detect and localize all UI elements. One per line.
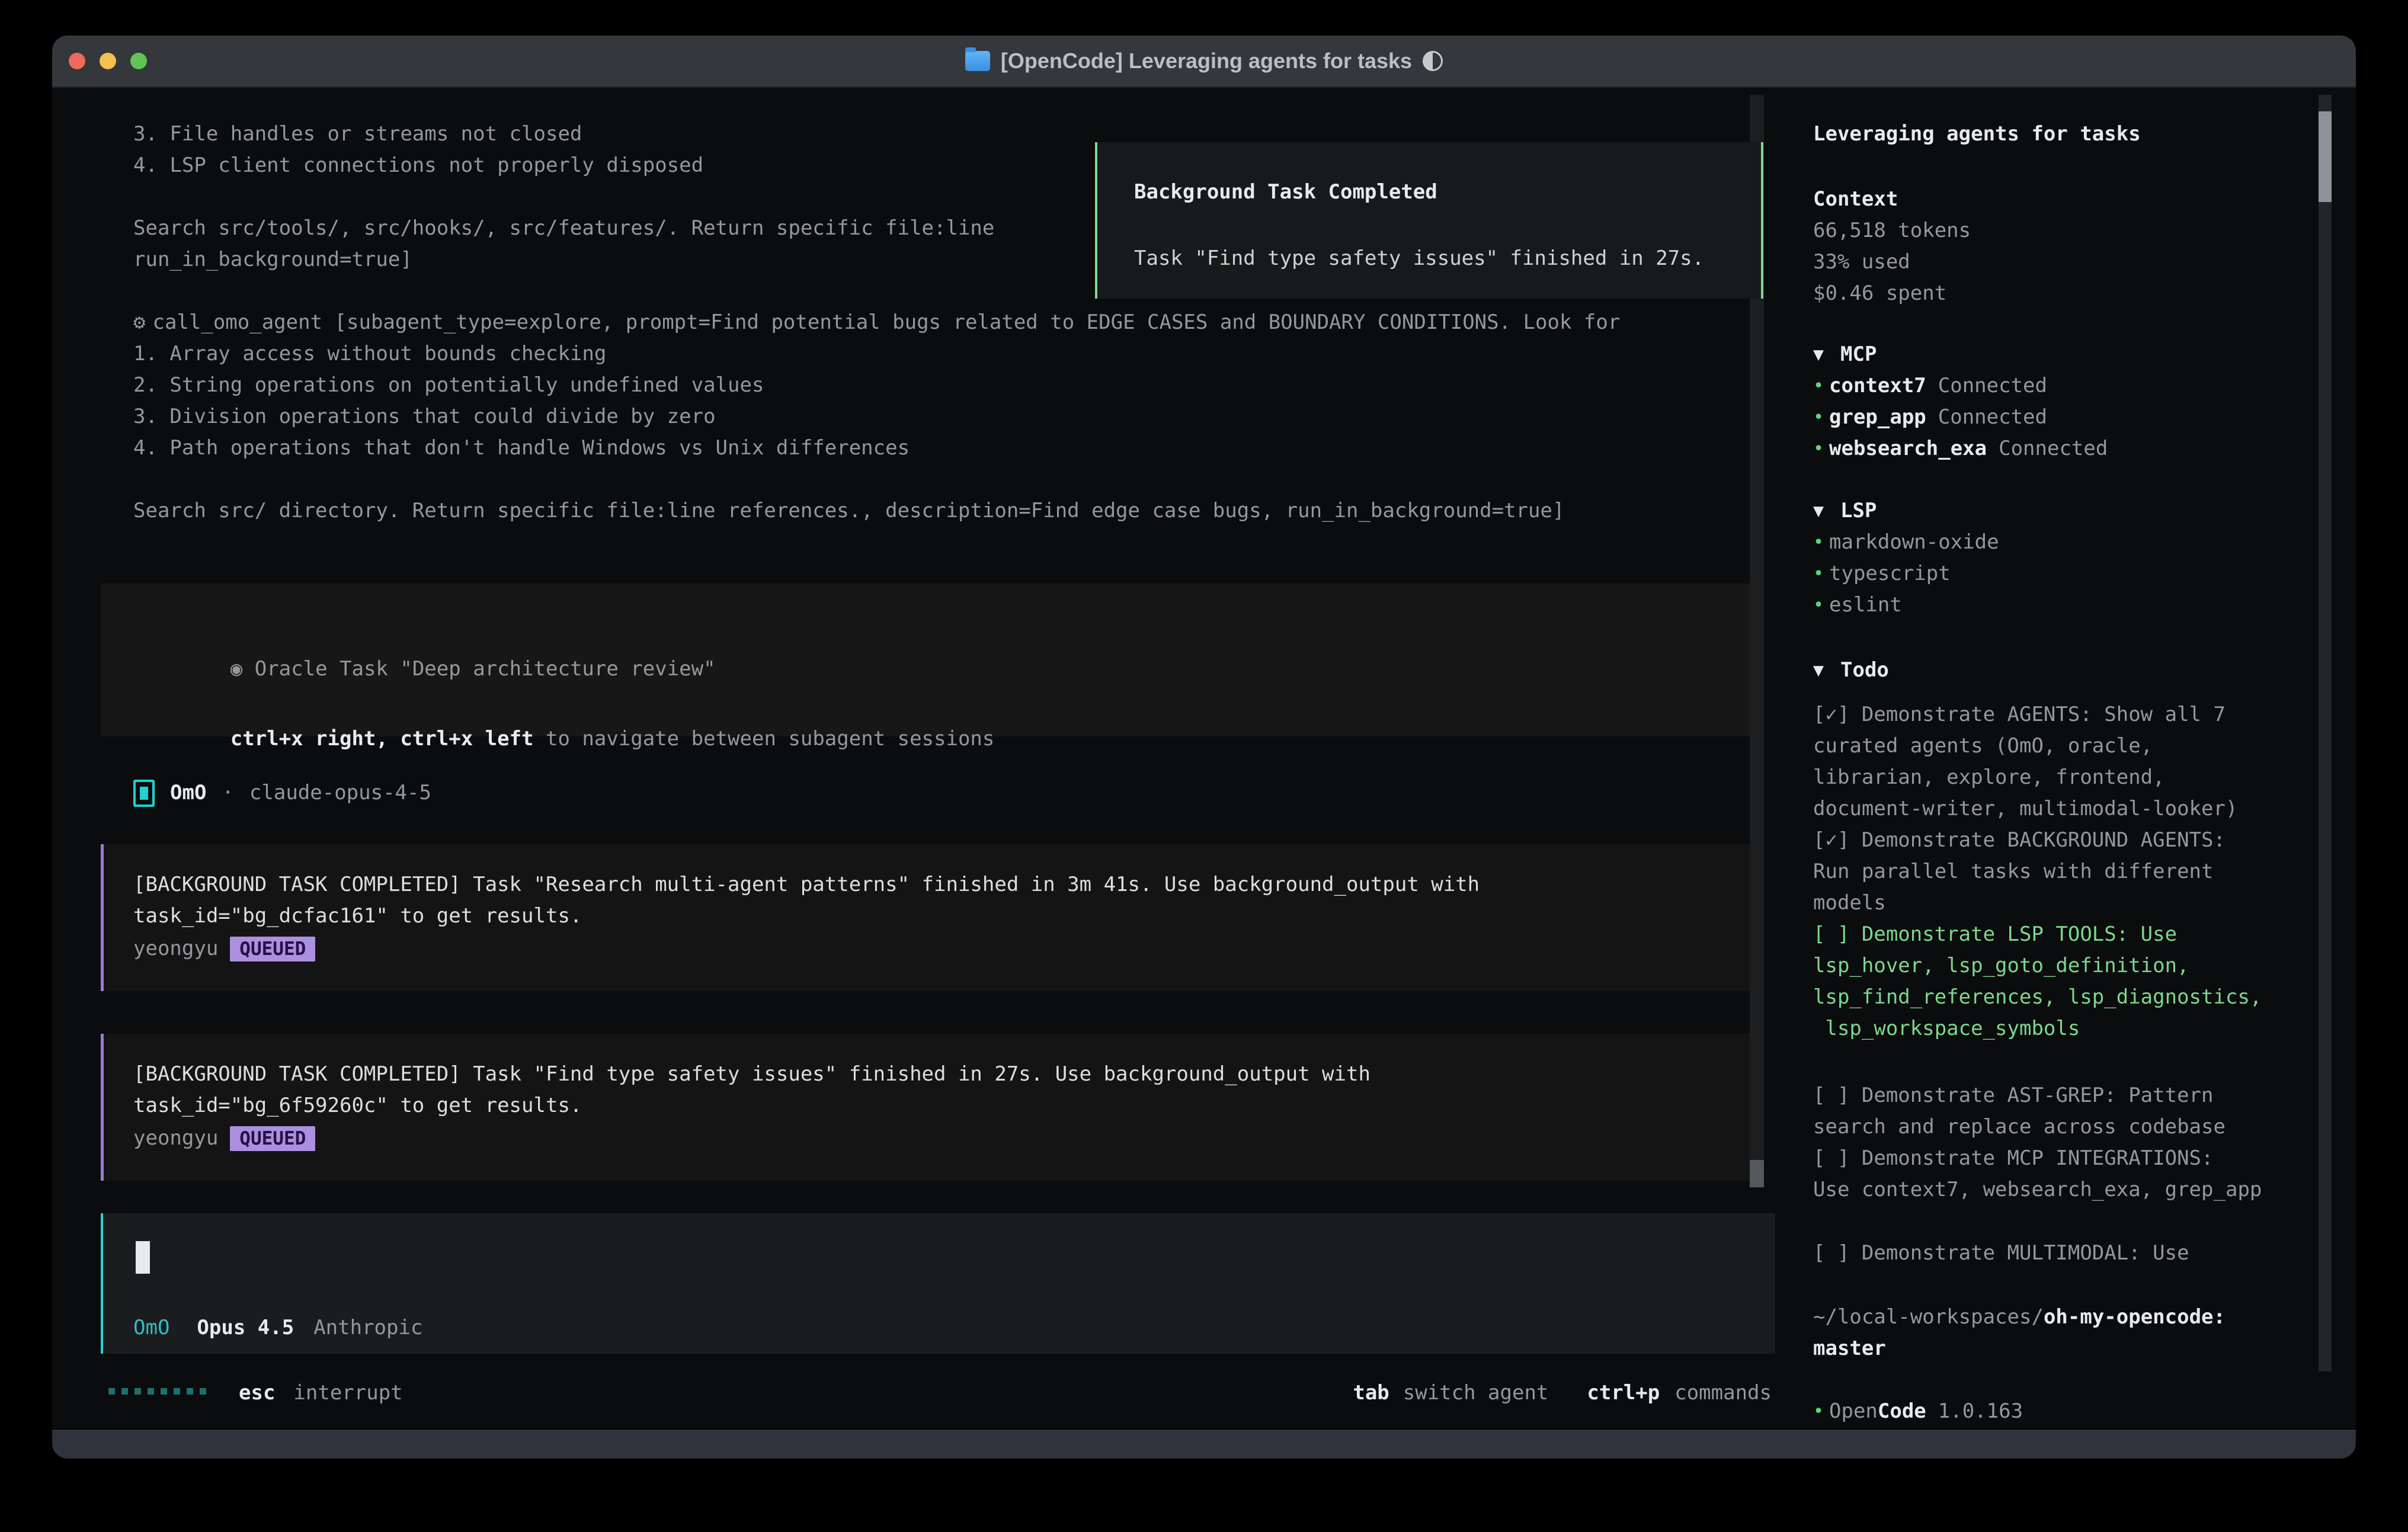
esc-key-label: interrupt (293, 1377, 402, 1409)
context-used: 33% used (1813, 246, 1910, 278)
status-dot-icon: • (1813, 376, 1829, 396)
todo-item: [ ] Demonstrate MULTIMODAL: Use (1813, 1238, 2189, 1269)
prompt-input[interactable]: OmO Opus 4.5 Anthropic (101, 1213, 1775, 1354)
window-title: [OpenCode] Leveraging agents for tasks (1001, 49, 1412, 73)
separator-dot: · (222, 777, 233, 809)
app-version: • OpenCode 1.0.163 (1813, 1396, 2023, 1427)
window-footer (52, 1430, 2356, 1459)
status-bar: esc interrupt tab switch agent ctrl+p co… (52, 1377, 1773, 1409)
mcp-section-header[interactable]: ▼ MCP (1813, 339, 1877, 370)
agent-icon (133, 780, 155, 807)
todo-item: [ ] Demonstrate LSP TOOLS: Use lsp_hover… (1813, 919, 2262, 1044)
oracle-task-panel: ◉ Oracle Task "Deep architecture review"… (101, 584, 1751, 736)
context-tokens: 66,518 tokens (1813, 215, 1971, 246)
agent-model: claude-opus-4-5 (249, 777, 431, 809)
oracle-task-title: Oracle Task "Deep architecture review" (255, 657, 716, 681)
cmd-key-label: commands (1674, 1377, 1772, 1409)
subagent-icon: ◉ (230, 657, 242, 681)
workspace-branch: master (1813, 1333, 1886, 1364)
gear-icon: ⚙ (133, 307, 145, 338)
tool-call-line: ⚙ call_omo_agent [subagent_type=explore,… (133, 307, 1620, 338)
mcp-item: • websearch_exa Connected (1813, 433, 2108, 464)
task-user: yeongyu (133, 1123, 218, 1154)
lsp-item: • markdown-oxide (1813, 527, 1999, 558)
status-badge: QUEUED (230, 1126, 315, 1151)
chevron-down-icon: ▼ (1813, 344, 1840, 365)
chevron-down-icon: ▼ (1813, 501, 1840, 521)
background-task-event: [BACKGROUND TASK COMPLETED] Task "Find t… (101, 1034, 1754, 1181)
input-agent-name: OmO (133, 1312, 169, 1344)
hint-text: to navigate between subagent sessions (534, 727, 995, 751)
agent-name: OmO (170, 777, 206, 809)
status-dot-icon: • (1813, 563, 1829, 584)
mcp-item: • context7 Connected (1813, 370, 2047, 402)
title-group: [OpenCode] Leveraging agents for tasks (52, 36, 2356, 86)
terminal-scrollback: 3. File handles or streams not closed 4.… (133, 118, 994, 275)
app-window: [OpenCode] Leveraging agents for tasks 3… (52, 36, 2356, 1459)
tool-call-args: 1. Array access without bounds checking … (133, 338, 1564, 527)
background-task-notification[interactable]: Background Task Completed Task "Find typ… (1095, 142, 1763, 299)
sidebar-scrollbar-thumb[interactable] (2319, 111, 2332, 202)
mcp-item: • grep_app Connected (1813, 402, 2047, 433)
todo-item: [✓] Demonstrate BACKGROUND AGENTS: Run p… (1813, 825, 2226, 919)
lsp-section-header[interactable]: ▼ LSP (1813, 495, 1877, 527)
oracle-task-hint: ctrl+x right, ctrl+x left to navigate be… (133, 692, 994, 786)
document-icon (965, 51, 990, 71)
screen: [OpenCode] Leveraging agents for tasks 3… (0, 0, 2408, 1532)
status-dot-icon: • (1813, 1401, 1829, 1422)
lsp-item: • eslint (1813, 589, 1902, 621)
titlebar: [OpenCode] Leveraging agents for tasks (52, 36, 2356, 88)
chevron-down-icon: ▼ (1813, 660, 1840, 681)
input-model: Opus 4.5 (197, 1312, 294, 1344)
sidebar-scrollbar-track[interactable] (2319, 95, 2332, 1371)
notification-body: Task "Find type safety issues" finished … (1134, 243, 1704, 274)
agent-session-header: OmO · claude-opus-4-5 (133, 777, 431, 809)
todo-section-header[interactable]: ▼ Todo (1813, 655, 1889, 686)
cmd-key-hint: ctrl+p (1587, 1377, 1660, 1409)
status-dot-icon: • (1813, 595, 1829, 616)
task-user: yeongyu (133, 933, 218, 964)
todo-item: [ ] Demonstrate AST-GREP: Pattern search… (1813, 1080, 2226, 1143)
context-heading: Context (1813, 184, 1898, 215)
main-scrollbar-thumb[interactable] (1750, 1160, 1764, 1187)
text-cursor (136, 1241, 150, 1274)
status-dot-icon: • (1813, 532, 1829, 553)
todo-item: [✓] Demonstrate AGENTS: Show all 7 curat… (1813, 699, 2237, 825)
status-badge: QUEUED (230, 937, 315, 961)
task-event-meta: yeongyu QUEUED (133, 1123, 315, 1154)
status-dot-icon: • (1813, 438, 1829, 459)
tool-call-text: call_omo_agent [subagent_type=explore, p… (152, 307, 1620, 338)
tab-key-hint: tab (1353, 1377, 1389, 1409)
tab-key-label: switch agent (1403, 1377, 1549, 1409)
context-spent: $0.46 spent (1813, 278, 1946, 309)
statusbar-right: tab switch agent ctrl+p commands (1353, 1377, 1772, 1409)
half-circle-icon (1423, 51, 1443, 71)
background-task-event: [BACKGROUND TASK COMPLETED] Task "Resear… (101, 844, 1754, 991)
status-dot-icon: • (1813, 407, 1829, 428)
workspace-path: ~/local-workspaces/oh-my-opencode: (1813, 1302, 2226, 1333)
sidebar-session-title: Leveraging agents for tasks (1813, 118, 2141, 150)
input-meta: OmO Opus 4.5 Anthropic (133, 1312, 422, 1344)
esc-key-hint: esc (239, 1377, 275, 1409)
input-provider: Anthropic (313, 1312, 422, 1344)
progress-spinner-icon (108, 1388, 206, 1395)
lsp-item: • typescript (1813, 558, 1951, 589)
todo-item: [ ] Demonstrate MCP INTEGRATIONS: Use co… (1813, 1143, 2262, 1206)
task-event-meta: yeongyu QUEUED (133, 933, 315, 964)
hint-keys: ctrl+x right, ctrl+x left (230, 727, 534, 751)
task-event-text: [BACKGROUND TASK COMPLETED] Task "Resear… (133, 869, 1480, 932)
task-event-text: [BACKGROUND TASK COMPLETED] Task "Find t… (133, 1059, 1370, 1121)
statusbar-left: esc interrupt (239, 1377, 403, 1409)
notification-title: Background Task Completed (1134, 177, 1437, 208)
